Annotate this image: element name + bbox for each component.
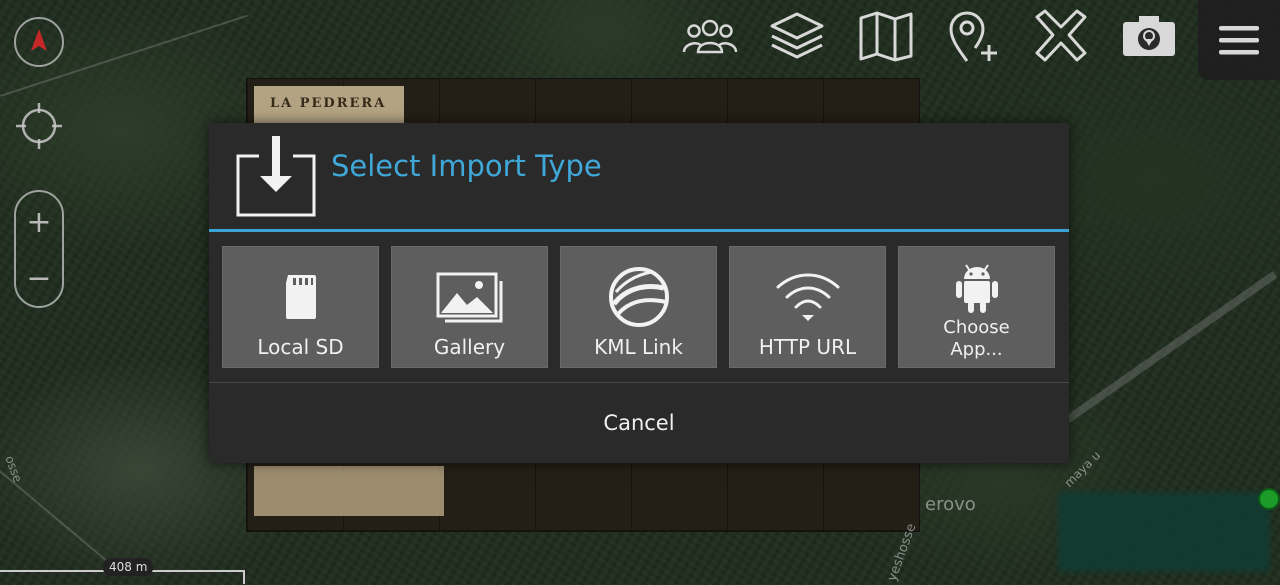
android-icon	[955, 264, 998, 313]
cancel-button[interactable]: Cancel	[209, 383, 1069, 463]
tools-button[interactable]	[1030, 6, 1092, 66]
close-tools-icon	[1035, 9, 1087, 62]
dialog-header: Select Import Type	[209, 123, 1069, 229]
contacts-button[interactable]	[679, 6, 741, 66]
option-label-line2: App...	[950, 339, 1003, 360]
layers-button[interactable]	[766, 6, 828, 66]
option-gallery[interactable]: Gallery	[391, 246, 548, 368]
overlay-title: LA PEDRERA	[254, 86, 404, 126]
dialog-divider	[209, 229, 1069, 232]
option-label-line1: Choose	[943, 317, 1010, 338]
gallery-icon	[436, 272, 502, 323]
import-type-dialog: Select Import Type Local SD Gallery KML …	[209, 123, 1069, 463]
option-local-sd[interactable]: Local SD	[222, 246, 379, 368]
blurred-region	[1058, 492, 1270, 572]
gps-location-dot	[1258, 488, 1280, 510]
option-label: Choose App...	[899, 317, 1054, 361]
option-label: Local SD	[257, 335, 344, 359]
add-marker-button[interactable]	[942, 6, 1004, 66]
wifi-icon	[776, 273, 839, 321]
place-label: erovo	[925, 494, 976, 515]
my-location-button[interactable]	[14, 101, 64, 151]
option-kml-link[interactable]: KML Link	[560, 246, 717, 368]
menu-button[interactable]	[1198, 0, 1280, 80]
menu-icon	[1219, 26, 1259, 55]
group-icon	[682, 19, 738, 54]
option-label: KML Link	[594, 335, 683, 359]
option-label: HTTP URL	[758, 335, 857, 359]
option-choose-app[interactable]: Choose App...	[898, 246, 1055, 368]
layers-icon	[770, 12, 824, 59]
google-earth-icon	[608, 267, 669, 327]
map-icon	[859, 11, 913, 62]
scale-label: 408 m	[103, 558, 154, 576]
overlay-notes	[254, 466, 444, 516]
dialog-title: Select Import Type	[331, 149, 602, 183]
zoom-in-button[interactable]: +	[16, 194, 62, 250]
zoom-out-button[interactable]: −	[16, 250, 62, 306]
camera-icon	[1123, 16, 1175, 56]
compass-icon	[31, 29, 47, 51]
sd-card-icon	[285, 275, 316, 319]
compass-button[interactable]	[14, 17, 64, 67]
option-label: Gallery	[433, 335, 506, 359]
import-options: Local SD Gallery KML Link HTTP URL Choos…	[222, 246, 1056, 368]
crosshair-icon	[16, 103, 62, 149]
zoom-control: + −	[14, 190, 64, 308]
map-button[interactable]	[855, 6, 917, 66]
scale-bar: 408 m	[0, 556, 245, 585]
option-http-url[interactable]: HTTP URL	[729, 246, 886, 368]
import-icon	[236, 136, 316, 217]
add-location-icon	[949, 11, 997, 62]
scale-tick	[243, 570, 245, 584]
camera-button[interactable]	[1118, 6, 1180, 66]
